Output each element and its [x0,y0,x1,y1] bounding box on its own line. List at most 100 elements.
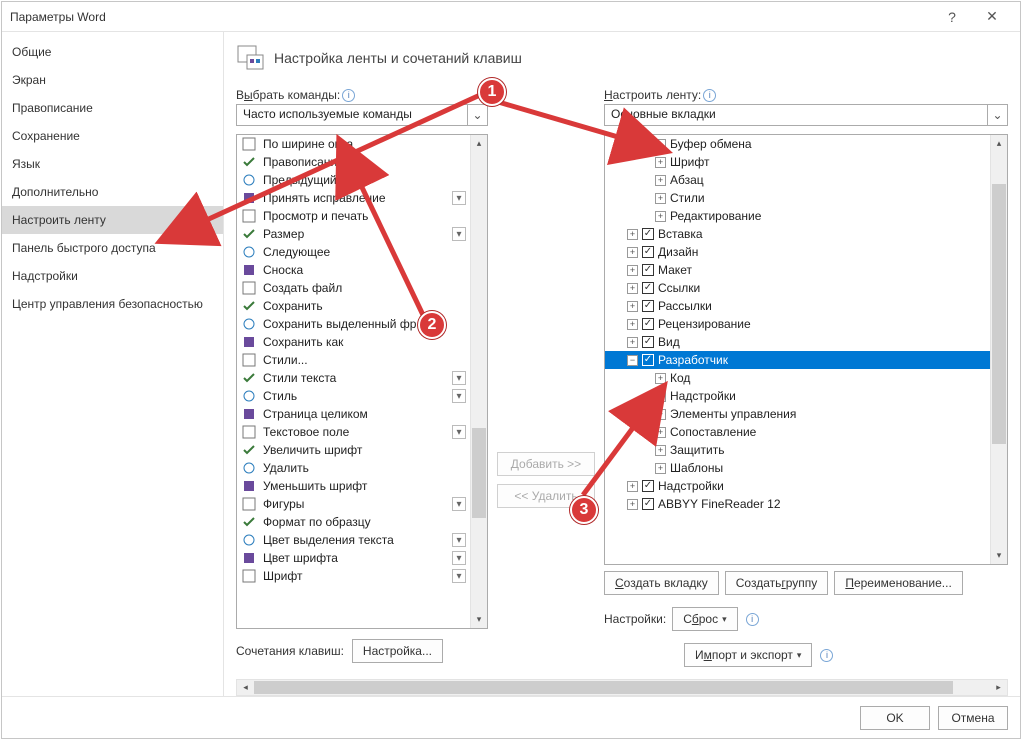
info-icon[interactable]: i [342,89,355,102]
commands-listbox[interactable]: По ширине окнаПравописаниеПредыдущийПрин… [236,134,488,629]
reset-button[interactable]: Сброс [672,607,737,631]
ribbon-tree[interactable]: +Буфер обмена+Шрифт+Абзац+Стили+Редактир… [604,134,1008,565]
expand-icon[interactable]: − [627,355,638,366]
expand-icon[interactable]: + [627,301,638,312]
command-item[interactable]: Фигуры▾ [237,495,470,513]
tree-node[interactable]: +Абзац [605,171,990,189]
tree-node[interactable]: +Сопоставление [605,423,990,441]
command-item[interactable]: Уменьшить шрифт [237,477,470,495]
command-item[interactable]: Стили текста▾ [237,369,470,387]
expand-icon[interactable]: + [655,139,666,150]
info-icon[interactable]: i [703,89,716,102]
expand-icon[interactable]: + [627,337,638,348]
expand-icon[interactable]: + [655,445,666,456]
info-icon[interactable]: i [746,613,759,626]
expand-icon[interactable]: + [655,409,666,420]
sidebar-item[interactable]: Надстройки [2,262,223,290]
command-item[interactable]: Сноска [237,261,470,279]
expand-icon[interactable]: + [655,463,666,474]
expand-icon[interactable]: + [655,175,666,186]
checkbox[interactable]: ✓ [642,480,654,492]
checkbox[interactable]: ✓ [642,498,654,510]
expand-icon[interactable]: + [627,283,638,294]
tree-node[interactable]: +✓Вид [605,333,990,351]
command-item[interactable]: Принять исправление▾ [237,189,470,207]
help-button[interactable]: ? [932,2,972,32]
kb-customize-button[interactable]: Настройка... [352,639,443,663]
tree-node[interactable]: +Шаблоны [605,459,990,477]
scrollbar-horizontal[interactable]: ◂ ▸ [236,679,1008,696]
sidebar-item[interactable]: Язык [2,150,223,178]
expand-icon[interactable]: + [655,427,666,438]
command-item[interactable]: Правописание [237,153,470,171]
command-item[interactable]: Текстовое поле▾ [237,423,470,441]
info-icon[interactable]: i [820,649,833,662]
command-item[interactable]: Следующее [237,243,470,261]
command-item[interactable]: Предыдущий [237,171,470,189]
expand-icon[interactable]: + [655,391,666,402]
tree-node[interactable]: +Элементы управления [605,405,990,423]
tree-node[interactable]: +Буфер обмена [605,135,990,153]
command-item[interactable]: Стиль▾ [237,387,470,405]
rename-button[interactable]: Переименование... [834,571,963,595]
new-group-button[interactable]: Создать группу [725,571,829,595]
command-item[interactable]: Страница целиком [237,405,470,423]
sidebar-item[interactable]: Настроить ленту [2,206,223,234]
command-item[interactable]: Увеличить шрифт [237,441,470,459]
scroll-right-icon[interactable]: ▸ [990,680,1007,695]
tree-node[interactable]: −✓Разработчик [605,351,990,369]
expand-icon[interactable]: + [655,193,666,204]
command-item[interactable]: Удалить [237,459,470,477]
expand-icon[interactable]: + [627,247,638,258]
command-item[interactable]: Шрифт▾ [237,567,470,585]
sidebar-item[interactable]: Общие [2,38,223,66]
checkbox[interactable]: ✓ [642,282,654,294]
command-item[interactable]: Создать файл [237,279,470,297]
tree-node[interactable]: +Надстройки [605,387,990,405]
scrollbar-vertical[interactable]: ▴ ▾ [990,135,1007,564]
checkbox[interactable]: ✓ [642,336,654,348]
sidebar-item[interactable]: Правописание [2,94,223,122]
sidebar-item[interactable]: Экран [2,66,223,94]
sidebar-item[interactable]: Дополнительно [2,178,223,206]
scrollbar-vertical[interactable]: ▴ ▾ [470,135,487,628]
checkbox[interactable]: ✓ [642,318,654,330]
cancel-button[interactable]: Отмена [938,706,1008,730]
tree-node[interactable]: +Код [605,369,990,387]
command-item[interactable]: Стили... [237,351,470,369]
new-tab-button[interactable]: Создать вкладку [604,571,719,595]
scroll-up-icon[interactable]: ▴ [471,135,487,152]
customize-ribbon-combo[interactable]: Основные вкладки ⌄ [604,104,1008,126]
expand-icon[interactable]: + [655,211,666,222]
command-item[interactable]: Просмотр и печать [237,207,470,225]
ok-button[interactable]: OK [860,706,930,730]
expand-icon[interactable]: + [655,373,666,384]
checkbox[interactable]: ✓ [642,228,654,240]
tree-node[interactable]: +✓Рассылки [605,297,990,315]
choose-commands-combo[interactable]: Часто используемые команды ⌄ [236,104,488,126]
checkbox[interactable]: ✓ [642,264,654,276]
command-item[interactable]: Цвет шрифта▾ [237,549,470,567]
expand-icon[interactable]: + [627,499,638,510]
import-export-button[interactable]: Импорт и экспорт [684,643,812,667]
tree-node[interactable]: +✓Макет [605,261,990,279]
scroll-up-icon[interactable]: ▴ [991,135,1007,152]
checkbox[interactable]: ✓ [642,246,654,258]
command-item[interactable]: Формат по образцу [237,513,470,531]
tree-node[interactable]: +Защитить [605,441,990,459]
close-button[interactable]: ✕ [972,2,1012,32]
tree-node[interactable]: +Редактирование [605,207,990,225]
checkbox[interactable]: ✓ [642,354,654,366]
scroll-left-icon[interactable]: ◂ [237,680,254,695]
scroll-down-icon[interactable]: ▾ [991,547,1007,564]
expand-icon[interactable]: + [627,265,638,276]
scroll-down-icon[interactable]: ▾ [471,611,487,628]
command-item[interactable]: Размер▾ [237,225,470,243]
sidebar-item[interactable]: Сохранение [2,122,223,150]
sidebar-item[interactable]: Центр управления безопасностью [2,290,223,318]
command-item[interactable]: По ширине окна [237,135,470,153]
tree-node[interactable]: +✓Надстройки [605,477,990,495]
checkbox[interactable]: ✓ [642,300,654,312]
expand-icon[interactable]: + [627,229,638,240]
tree-node[interactable]: +✓Рецензирование [605,315,990,333]
